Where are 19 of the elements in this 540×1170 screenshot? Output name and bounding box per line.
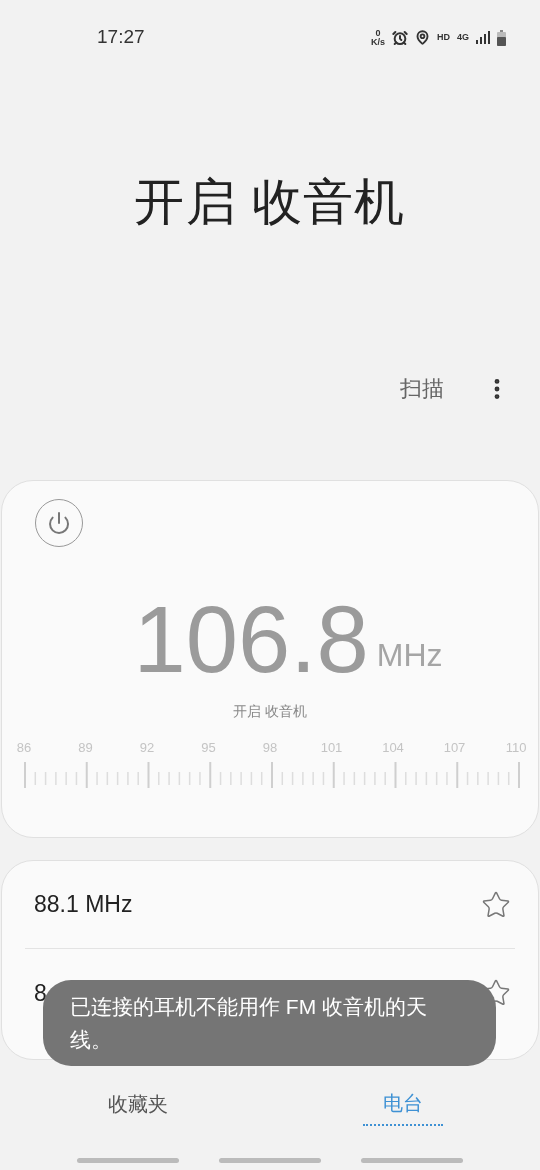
- page-title: 开启 收音机: [134, 173, 406, 232]
- frequency-unit: MHz: [376, 636, 443, 675]
- station-frequency: 88.1 MHz: [34, 890, 133, 920]
- scan-button[interactable]: 扫描: [400, 372, 444, 405]
- bottom-tab[interactable]: 电台: [362, 1082, 443, 1126]
- hd-label: HD: [437, 30, 450, 44]
- speed-unit: K/s: [370, 37, 385, 47]
- alarm-icon: [392, 29, 408, 46]
- battery-icon: [497, 29, 506, 46]
- tuner-status: 开启 收音机: [233, 702, 307, 721]
- network-label: 4G: [457, 30, 469, 44]
- favorite-star-icon[interactable]: [481, 889, 511, 920]
- status-time: 17:27: [97, 25, 145, 50]
- bottom-tab[interactable]: 收藏夹: [87, 1082, 188, 1126]
- location-icon: [415, 30, 430, 45]
- power-icon: [47, 511, 71, 535]
- signal-icon: [476, 31, 490, 44]
- speed-value: 0: [375, 28, 381, 38]
- frequency-value: 106.8: [133, 593, 369, 687]
